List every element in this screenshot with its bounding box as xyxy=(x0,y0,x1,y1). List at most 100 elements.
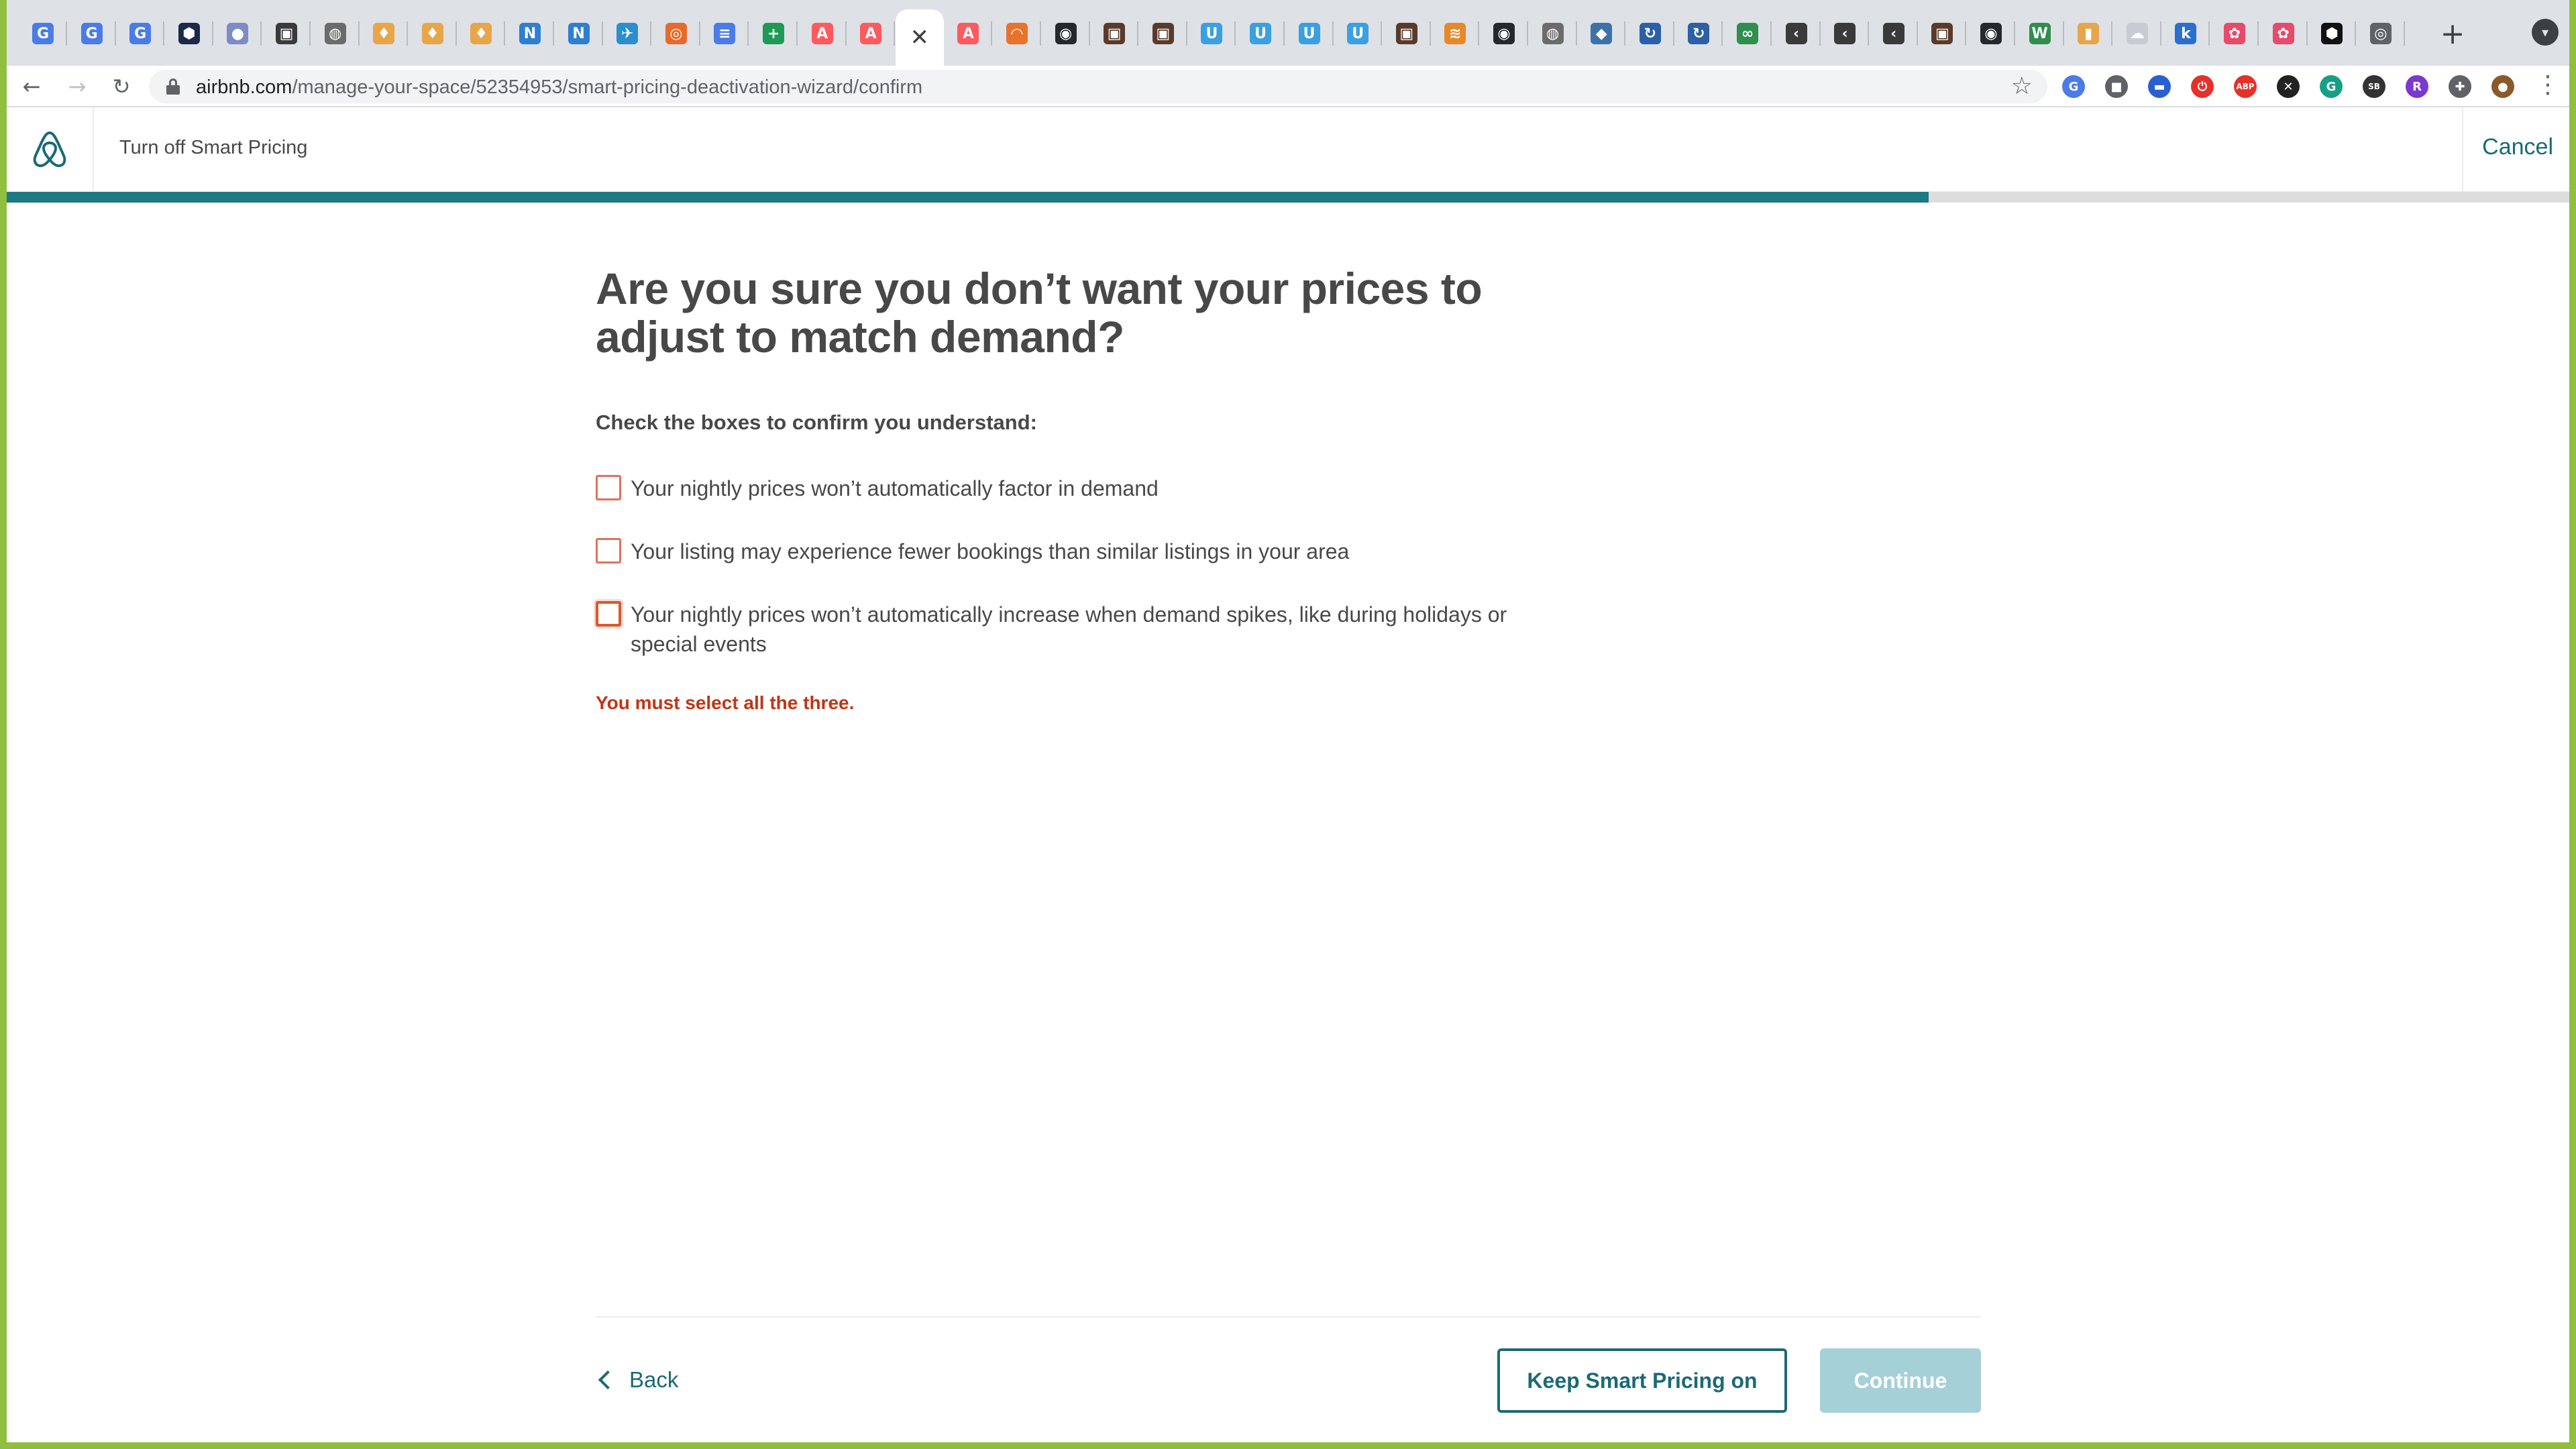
github-icon: ◉ xyxy=(1055,23,1077,44)
browser-tab[interactable]: G xyxy=(19,15,67,52)
browser-tab[interactable]: ↻ xyxy=(1626,15,1674,52)
browser-tab[interactable]: ◉ xyxy=(1042,15,1090,52)
browser-tab[interactable]: ◆ xyxy=(1577,15,1626,52)
plane-icon: ✈ xyxy=(616,23,639,44)
tab-separator xyxy=(2403,21,2405,46)
browser-tab[interactable]: ◎ xyxy=(2357,15,2405,52)
sb-extension-icon[interactable]: SB xyxy=(2363,75,2385,98)
address-bar[interactable]: airbnb.com/manage-your-space/52354953/sm… xyxy=(149,70,2047,103)
browser-tab[interactable]: G xyxy=(116,15,165,52)
browser-tab[interactable]: ⬢ xyxy=(2308,15,2357,52)
checkbox-demand-label[interactable]: Your nightly prices won’t automatically … xyxy=(631,474,1529,503)
translate-extension-icon[interactable]: G xyxy=(2062,75,2085,98)
lock-icon xyxy=(166,78,180,95)
airbnb-logo-icon[interactable] xyxy=(32,130,68,169)
browser-tab[interactable]: ▣ xyxy=(1139,15,1187,52)
browser-tab[interactable]: N xyxy=(506,15,554,52)
browser-tab[interactable]: ✿ xyxy=(2210,15,2259,52)
checkbox-bookings[interactable] xyxy=(596,538,621,564)
reload-icon[interactable]: ↻ xyxy=(106,71,137,102)
browser-tab[interactable]: ✕ xyxy=(895,9,944,66)
browser-tab[interactable]: A xyxy=(944,15,993,52)
checkbox-spikes-label[interactable]: Your nightly prices won’t automatically … xyxy=(631,600,1529,659)
browser-tab[interactable]: ∞ xyxy=(1723,15,1772,52)
browser-tab[interactable]: + xyxy=(749,15,798,52)
profile-avatar-icon[interactable]: ● xyxy=(2491,75,2514,98)
keep-smart-pricing-button[interactable]: Keep Smart Pricing on xyxy=(1497,1348,1787,1413)
browser-tab[interactable]: ♦ xyxy=(409,15,457,52)
url-text: airbnb.com/manage-your-space/52354953/sm… xyxy=(196,76,922,99)
google-sheets-icon: + xyxy=(763,23,784,44)
browser-tab[interactable]: A xyxy=(798,15,847,52)
browser-tab[interactable]: U xyxy=(1187,15,1236,52)
page-heading: Are you sure you don’t want your prices … xyxy=(596,264,1483,362)
new-tab-button[interactable]: + xyxy=(2432,15,2473,52)
hexagon-app-icon: ⬢ xyxy=(178,23,200,44)
browser-tab[interactable]: ‹ xyxy=(1870,15,1918,52)
browser-menu-icon[interactable]: ⋮ xyxy=(2536,71,2560,99)
browser-tab[interactable]: ✿ xyxy=(2259,15,2308,52)
browser-tab[interactable]: ‹ xyxy=(1821,15,1870,52)
hexagon-app-icon: ⬢ xyxy=(2321,23,2343,44)
confirm-checkbox-bookings[interactable]: Your listing may experience fewer bookin… xyxy=(596,537,1535,566)
browser-tab[interactable]: k xyxy=(2161,15,2210,52)
confirm-checkbox-list: Your nightly prices won’t automatically … xyxy=(596,474,1535,659)
bookmark-star-icon[interactable]: ☆ xyxy=(2011,72,2033,100)
browser-tab[interactable]: A xyxy=(847,15,896,52)
checkbox-spikes[interactable] xyxy=(596,601,621,627)
browser-tab[interactable]: ≡ xyxy=(700,15,749,52)
browser-tab[interactable]: ▮ xyxy=(2064,15,2113,52)
browser-tab[interactable]: ◍ xyxy=(1529,15,1577,52)
continue-button[interactable]: Continue xyxy=(1820,1348,1981,1413)
browser-tab[interactable]: ♦ xyxy=(360,15,409,52)
browser-tab[interactable]: ◉ xyxy=(1480,15,1528,52)
browser-tab[interactable]: ● xyxy=(213,15,262,52)
browser-tab[interactable]: ▣ xyxy=(1090,15,1139,52)
lambda-icon: ‹ xyxy=(1882,23,1904,44)
checkbox-demand[interactable] xyxy=(596,475,621,500)
close-icon[interactable]: ✕ xyxy=(910,24,930,51)
browser-tab[interactable]: ▣ xyxy=(1918,15,1967,52)
browser-tab[interactable]: ✈ xyxy=(603,15,652,52)
tab-search-button[interactable]: ▾ xyxy=(2532,19,2559,46)
browser-tab[interactable]: ☁ xyxy=(2113,15,2161,52)
browser-tab[interactable]: ♦ xyxy=(457,15,506,52)
browser-tab[interactable]: ◍ xyxy=(311,15,360,52)
browser-tab[interactable]: ‹ xyxy=(1772,15,1821,52)
r-extension-icon[interactable]: R xyxy=(2406,75,2428,98)
x-extension-icon[interactable]: ✕ xyxy=(2277,75,2300,98)
chrome-icon: ◎ xyxy=(2369,23,2392,44)
refresh-logo-icon: ↻ xyxy=(1639,23,1661,44)
cancel-link[interactable]: Cancel xyxy=(2482,134,2553,160)
back-button[interactable]: Back xyxy=(596,1367,678,1393)
browser-tab[interactable]: ⬢ xyxy=(165,15,213,52)
art-thumbnail-icon: ▣ xyxy=(1104,23,1126,44)
browser-tab[interactable]: ▣ xyxy=(1383,15,1431,52)
browser-tab[interactable]: ↻ xyxy=(1674,15,1723,52)
browser-tab[interactable]: U xyxy=(1334,15,1383,52)
chevron-left-icon xyxy=(598,1370,618,1390)
browser-tab[interactable]: ▣ xyxy=(262,15,311,52)
confirm-checkbox-demand[interactable]: Your nightly prices won’t automatically … xyxy=(596,474,1535,503)
checkbox-bookings-label[interactable]: Your listing may experience fewer bookin… xyxy=(631,537,1529,566)
calendar-extension-icon[interactable]: ▬ xyxy=(2148,75,2171,98)
browser-tab[interactable]: N xyxy=(555,15,603,52)
back-arrow-icon[interactable]: ← xyxy=(16,71,47,102)
stop-extension-icon[interactable]: ⏻ xyxy=(2191,75,2214,98)
browser-tab[interactable]: U xyxy=(1236,15,1285,52)
adblock-extension-icon[interactable]: ABP xyxy=(2234,75,2257,98)
google-translate-icon: G xyxy=(80,23,103,44)
forward-arrow-icon[interactable]: → xyxy=(62,71,93,102)
puzzle-extension-icon[interactable]: ✚ xyxy=(2449,75,2471,98)
confirm-checkbox-spikes[interactable]: Your nightly prices won’t automatically … xyxy=(596,600,1535,659)
browser-tab[interactable]: W xyxy=(2016,15,2064,52)
screenshot-extension-icon[interactable]: ■ xyxy=(2105,75,2128,98)
browser-tab[interactable]: ◠ xyxy=(993,15,1041,52)
browser-tab[interactable]: ◎ xyxy=(652,15,700,52)
browser-tab[interactable]: ≋ xyxy=(1431,15,1480,52)
browser-tab[interactable]: U xyxy=(1285,15,1334,52)
browser-tab[interactable]: ◉ xyxy=(1967,15,2015,52)
grammarly-extension-icon[interactable]: G xyxy=(2320,75,2343,98)
browser-tab[interactable]: G xyxy=(68,15,116,52)
python-icon: ◆ xyxy=(1591,23,1613,44)
